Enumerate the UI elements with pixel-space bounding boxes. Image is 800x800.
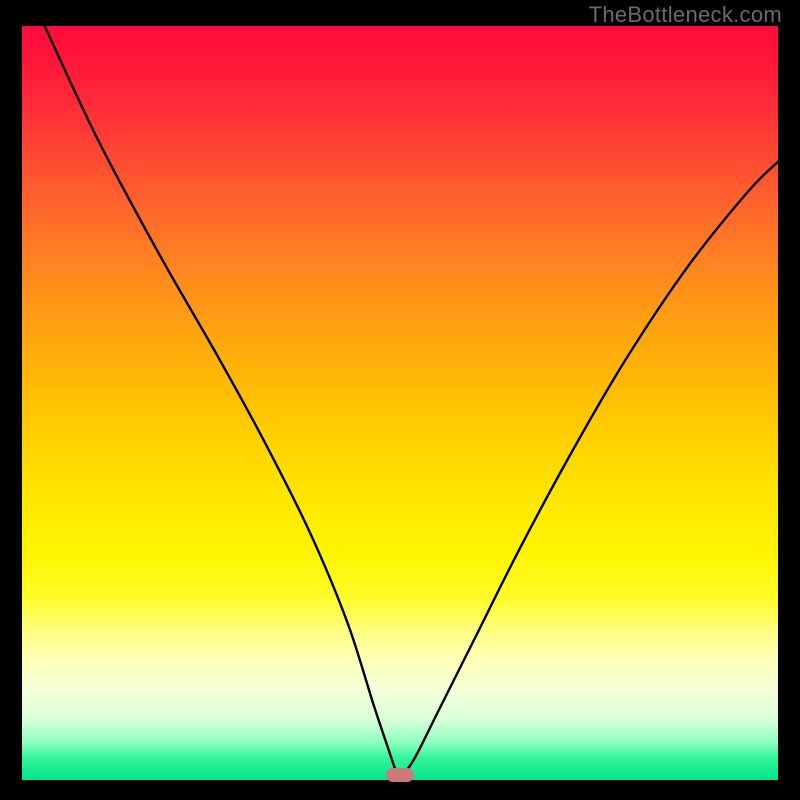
chart-frame: TheBottleneck.com	[0, 0, 800, 800]
optimal-point-marker	[386, 768, 414, 782]
plot-area	[22, 26, 778, 780]
bottleneck-curve	[22, 26, 778, 780]
watermark-text: TheBottleneck.com	[589, 2, 782, 28]
